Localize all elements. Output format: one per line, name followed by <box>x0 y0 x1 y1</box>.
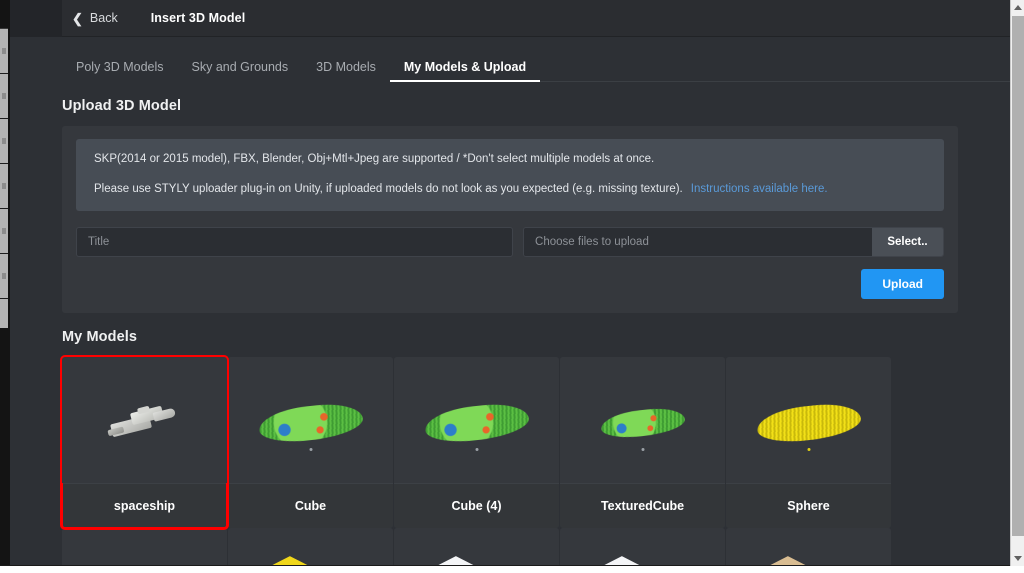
tab-my-models-and-upload[interactable]: My Models & Upload <box>389 60 541 82</box>
model-card-row2-5[interactable] <box>726 528 891 566</box>
model-thumbnail-cube-4 <box>394 357 559 484</box>
upload-action-row: Upload <box>76 269 944 300</box>
tab-bar-underline <box>540 81 1010 82</box>
spaceship-model-icon <box>104 398 186 442</box>
model-card-cube[interactable]: Cube <box>228 357 393 529</box>
upload-notice: SKP(2014 or 2015 model), FBX, Blender, O… <box>76 139 944 212</box>
rail-segment[interactable] <box>0 254 8 299</box>
upload-form-row: Title Choose files to upload Select.. <box>76 227 944 258</box>
panel-header: ❮ Back Insert 3D Model <box>10 0 1010 37</box>
green-terrain-model-icon <box>599 405 686 440</box>
bottom-bar <box>0 566 1024 573</box>
terrain-dot-icon <box>807 447 810 451</box>
model-thumbnail-row2-4 <box>560 528 725 566</box>
tab-sky-and-grounds[interactable]: Sky and Grounds <box>178 60 303 83</box>
rail-segment[interactable] <box>0 29 8 74</box>
terrain-dot-icon <box>641 447 644 451</box>
vertical-scrollbar[interactable] <box>1010 0 1024 566</box>
model-card-row2-3[interactable] <box>394 528 559 566</box>
scroll-up-button[interactable] <box>1011 0 1024 15</box>
model-card-label: Cube (4) <box>394 483 559 529</box>
app-root: ❮ Back Insert 3D Model Poly 3D Models Sk… <box>0 0 1024 573</box>
tab-3d-models[interactable]: 3D Models <box>302 60 390 83</box>
model-card-texturedcube[interactable]: TexturedCube <box>560 357 725 529</box>
notice-line-plugin: Please use STYLY uploader plug-in on Uni… <box>94 182 926 198</box>
select-file-button[interactable]: Select.. <box>872 228 943 257</box>
model-thumbnail-texturedcube <box>560 357 725 484</box>
model-thumbnail-row2-1 <box>62 528 227 566</box>
rail-segment[interactable] <box>0 119 8 164</box>
terrain-dot-icon <box>309 447 312 451</box>
rail-segment[interactable] <box>0 74 8 119</box>
yellow-terrain-model-icon <box>755 400 862 445</box>
scrollbar-thumb[interactable] <box>1012 16 1024 536</box>
my-models-section-title: My Models <box>62 329 138 346</box>
terrain-dot-icon <box>475 447 478 451</box>
back-button[interactable]: ❮ Back <box>72 11 118 25</box>
insert-3d-model-panel: ❮ Back Insert 3D Model Poly 3D Models Sk… <box>10 0 1010 566</box>
scroll-down-button[interactable] <box>1011 551 1024 566</box>
file-path-input[interactable]: Choose files to upload <box>524 228 872 257</box>
model-card-row2-4[interactable] <box>560 528 725 566</box>
upload-card: SKP(2014 or 2015 model), FBX, Blender, O… <box>62 126 958 314</box>
notice-plugin-text: Please use STYLY uploader plug-in on Uni… <box>94 182 683 195</box>
panel-content: Upload 3D Model SKP(2014 or 2015 model),… <box>10 98 1010 566</box>
rail-segment[interactable] <box>0 164 8 209</box>
model-card-label: Cube <box>228 483 393 529</box>
page-title: Insert 3D Model <box>150 11 246 25</box>
tab-poly-3d-models[interactable]: Poly 3D Models <box>62 60 178 83</box>
model-thumbnail-cube <box>228 357 393 484</box>
editor-left-rail <box>0 0 10 573</box>
triangle-down-icon <box>1014 556 1022 561</box>
model-card-label: TexturedCube <box>560 483 725 529</box>
file-input-group: Choose files to upload Select.. <box>523 227 944 258</box>
my-models-grid: spaceship Cube Cube (4) TexturedCube Sph… <box>60 355 958 566</box>
tab-bar: Poly 3D Models Sky and Grounds 3D Models… <box>10 44 1010 82</box>
model-card-row2-2[interactable] <box>228 528 393 566</box>
green-terrain-model-icon <box>423 400 530 445</box>
model-card-label: Sphere <box>726 483 891 529</box>
editor-rail-segments[interactable] <box>0 28 8 328</box>
instructions-link[interactable]: Instructions available here. <box>691 183 828 195</box>
upload-section-title: Upload 3D Model <box>62 98 182 114</box>
rail-segment[interactable] <box>0 209 8 254</box>
title-input[interactable]: Title <box>76 227 514 258</box>
model-card-label: spaceship <box>62 483 227 529</box>
upload-button[interactable]: Upload <box>861 269 944 300</box>
model-thumbnail-row2-3 <box>394 528 559 566</box>
model-thumbnail-spaceship <box>62 357 227 484</box>
model-card-spaceship[interactable]: spaceship <box>60 355 229 531</box>
model-thumbnail-row2-2 <box>228 528 393 566</box>
model-thumbnail-row2-5 <box>726 528 891 566</box>
notice-line-formats: SKP(2014 or 2015 model), FBX, Blender, O… <box>94 153 655 165</box>
model-card-sphere[interactable]: Sphere <box>726 357 891 529</box>
model-card-row2-1[interactable] <box>62 528 227 566</box>
triangle-up-icon <box>1014 5 1022 10</box>
back-button-label: Back <box>89 11 118 25</box>
chevron-left-icon: ❮ <box>72 10 83 26</box>
model-card-cube-4[interactable]: Cube (4) <box>394 357 559 529</box>
model-thumbnail-sphere <box>726 357 891 484</box>
header-left-shade <box>10 0 62 37</box>
green-terrain-model-icon <box>257 400 364 445</box>
